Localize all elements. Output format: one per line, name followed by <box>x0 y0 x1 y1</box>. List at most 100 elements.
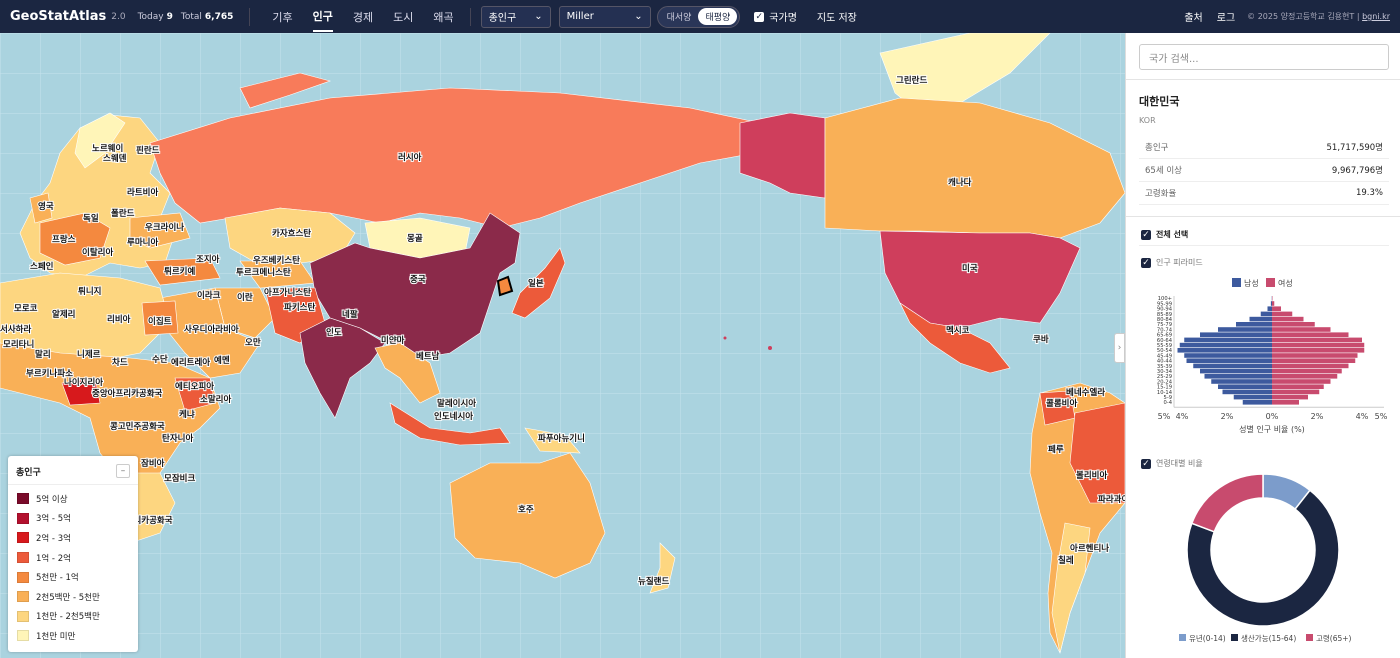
legend-header: 총인구 – <box>8 456 138 485</box>
select-all-checkbox[interactable]: ✓ 전체 선택 <box>1141 229 1188 240</box>
label-niger: 니제르 <box>77 349 101 360</box>
label-romania: 루마니아 <box>127 237 158 248</box>
nav-tab-distortion[interactable]: 왜곡 <box>433 3 453 31</box>
divider <box>1139 245 1389 246</box>
island <box>768 346 772 350</box>
divider <box>249 7 251 26</box>
pyramid-bar-female <box>1272 316 1304 322</box>
nav-tab-city[interactable]: 도시 <box>393 3 413 31</box>
label-argentina: 아르헨티나 <box>1070 543 1109 554</box>
pyramid-bar-female <box>1272 363 1349 369</box>
pyramid-bar-female <box>1272 358 1356 363</box>
label-algeria: 알제리 <box>52 309 75 320</box>
x-axis-title: 성별 인구 비율 (%) <box>1239 424 1305 434</box>
pyramid-bar-female <box>1272 400 1299 405</box>
source-link[interactable]: 출처 <box>1184 9 1202 24</box>
legend-item: 3억 - 5억 <box>8 509 138 529</box>
age-tick-label: 100+ <box>1158 296 1172 302</box>
label-poland: 폴란드 <box>111 208 135 219</box>
label-central-african-republic: 중앙아프리카공화국 <box>92 388 163 399</box>
pyramid-bar-male <box>1204 374 1272 379</box>
label-indonesia: 인도네시아 <box>434 411 473 422</box>
label-mongolia: 몽골 <box>407 234 423 244</box>
today-counter: Today 9 <box>137 11 173 22</box>
label-finland: 핀란드 <box>136 145 160 156</box>
projection-select[interactable]: Miller ⌄ <box>558 5 651 28</box>
pyramid-bar-male <box>1184 337 1272 343</box>
legend-swatch <box>17 591 29 603</box>
metric-select[interactable]: 총인구 ⌄ <box>480 5 551 28</box>
atlantic-option[interactable]: 대서양 <box>660 8 699 25</box>
map-legend: 총인구 – 5억 이상 3억 - 5억 2억 - 3억 1억 - 2억 5천만 … <box>8 456 138 652</box>
country-name-toggle[interactable]: ✓ 국가명 <box>754 9 797 24</box>
login-link[interactable]: 로그 <box>1217 9 1235 24</box>
stat-row: 65세 이상 9,967,796명 <box>1139 159 1389 182</box>
save-map-button[interactable]: 지도 저장 <box>817 9 857 24</box>
checkbox-checked-icon: ✓ <box>1141 458 1151 469</box>
nav-tab-economy[interactable]: 경제 <box>353 3 373 31</box>
age-tick-label: 50-54 <box>1157 348 1173 354</box>
label-mexico: 멕시코 <box>946 325 970 336</box>
label-australia: 호주 <box>518 504 534 515</box>
age-tick-label: 85-89 <box>1157 312 1172 318</box>
label-nigeria: 나이지리아 <box>64 377 103 388</box>
country-search-input[interactable]: 국가 검색... <box>1139 44 1389 70</box>
label-germany: 독일 <box>83 213 99 224</box>
label-yemen: 예멘 <box>214 355 230 366</box>
age-tick-label: 60-64 <box>1157 338 1173 344</box>
donut-slice[interactable] <box>1190 473 1264 533</box>
label-paraguay: 파라과이 <box>1098 494 1125 505</box>
world-map-svg[interactable]: 러시아 캐나다 미국 중국 몽골 일본 카자흐스탄 우즈베키스탄 투르크메니스탄… <box>0 33 1125 658</box>
x-tick-label: 0% <box>1266 412 1279 421</box>
pyramid-bar-female <box>1272 327 1331 332</box>
world-map[interactable]: 러시아 캐나다 미국 중국 몽골 일본 카자흐스탄 우즈베키스탄 투르크메니스탄… <box>0 33 1125 658</box>
app-logo[interactable]: GeoStatAtlas <box>10 9 106 24</box>
label-pakistan: 파키스탄 <box>284 302 315 313</box>
label-sudan: 수단 <box>152 354 168 365</box>
legend-label: 생산가능(15-64) <box>1241 633 1296 643</box>
pyramid-checkbox[interactable]: ✓ 인구 피라미드 <box>1141 257 1203 268</box>
pyramid-bar-female <box>1272 353 1358 358</box>
pyramid-bar-male <box>1233 394 1272 400</box>
legend-item: 2천5백만 - 5천만 <box>8 587 138 607</box>
panel-collapse-handle[interactable]: › <box>1114 333 1125 363</box>
age-tick-label: 55-59 <box>1157 343 1172 349</box>
nav-tab-population[interactable]: 인구 <box>312 2 333 32</box>
pyramid-bars <box>1177 296 1365 405</box>
nav-tab-climate[interactable]: 기후 <box>272 3 292 31</box>
label-colombia: 콜롬비아 <box>1046 398 1077 409</box>
label-mozambique: 모잠비크 <box>164 473 195 484</box>
site-link[interactable]: bgni.kr <box>1362 12 1390 21</box>
pyramid-bar-female <box>1272 311 1293 317</box>
age-tick-label: 0-4 <box>1164 400 1173 406</box>
label-western-sahara: 서사하라 <box>0 324 31 335</box>
pacific-option[interactable]: 태평양 <box>698 8 738 25</box>
checkbox-checked-icon: ✓ <box>1141 229 1151 240</box>
pyramid-bar-male <box>1242 400 1272 405</box>
chevron-down-icon: ⌄ <box>634 11 643 22</box>
pyramid-bar-male <box>1267 306 1272 311</box>
label-china: 중국 <box>410 275 426 285</box>
age-ratio-checkbox[interactable]: ✓ 연령대별 비율 <box>1141 458 1203 469</box>
label-nepal: 네팔 <box>342 309 358 320</box>
legend-swatch <box>17 630 29 642</box>
legend-collapse-button[interactable]: – <box>116 464 130 478</box>
x-tick-label: 4% <box>1176 412 1189 421</box>
label-spain: 스페인 <box>30 261 54 272</box>
chevron-down-icon: ⌄ <box>534 11 543 22</box>
label-greenland: 그린란드 <box>896 75 927 86</box>
pyramid-bar-male <box>1200 368 1272 374</box>
pyramid-bar-female <box>1272 384 1324 389</box>
legend-items: 5억 이상 3억 - 5억 2억 - 3억 1억 - 2억 5천만 - 1억 2… <box>8 485 138 646</box>
pyramid-bar-female <box>1272 348 1365 353</box>
label-afghanistan: 아프가니스탄 <box>264 287 311 298</box>
pyramid-bar-male <box>1186 358 1272 363</box>
legend-swatch <box>17 610 29 622</box>
pyramid-bar-male <box>1193 363 1272 369</box>
pyramid-bar-female <box>1272 389 1320 395</box>
pyramid-bar-female <box>1272 301 1275 306</box>
label-kazakhstan: 카자흐스탄 <box>272 228 311 239</box>
pyramid-bar-female <box>1272 337 1362 343</box>
divider <box>1126 216 1400 217</box>
label-iran: 이란 <box>237 292 253 303</box>
